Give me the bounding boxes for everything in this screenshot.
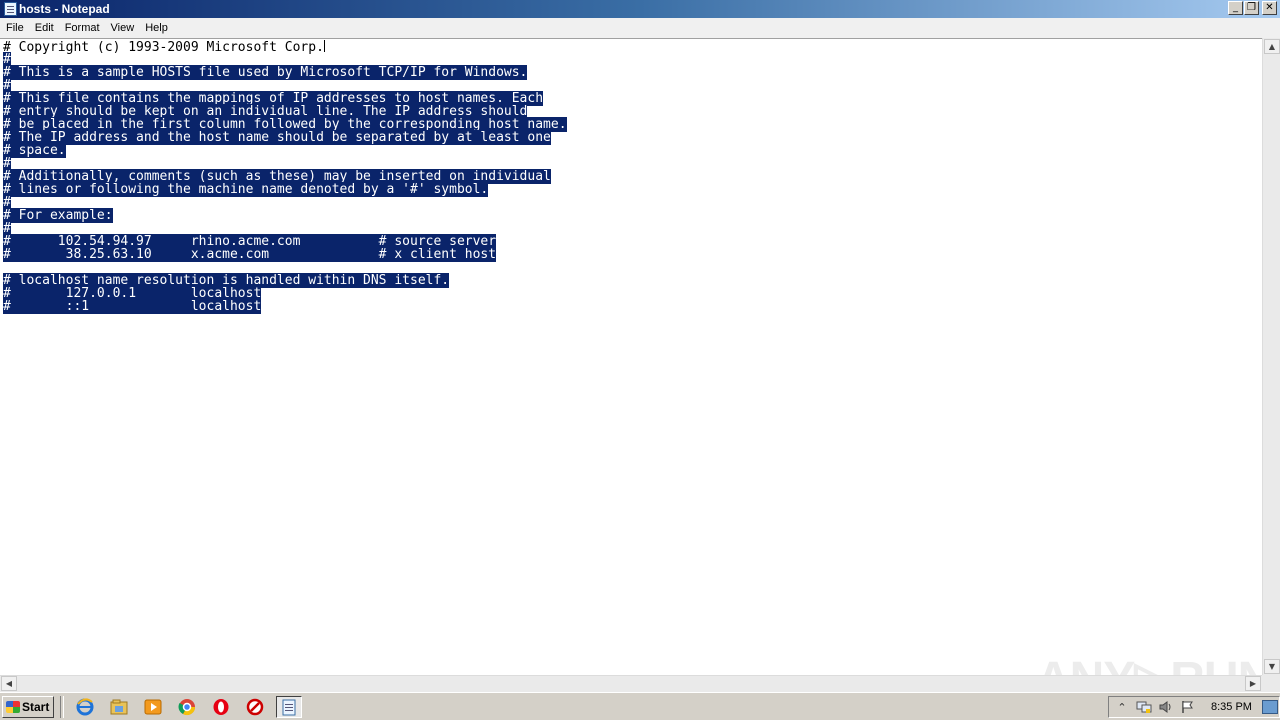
title-bar[interactable]: hosts - Notepad _ ❐ ✕: [0, 0, 1280, 18]
system-tray: ⌃ 8:35 PM: [1108, 696, 1280, 718]
editor-line[interactable]: # ::1 localhost: [3, 299, 567, 314]
network-icon[interactable]: [1135, 699, 1153, 715]
windows-logo-icon: [6, 700, 20, 713]
ie-icon[interactable]: [72, 696, 98, 718]
scroll-up-button[interactable]: ▲: [1264, 39, 1280, 54]
menu-edit[interactable]: Edit: [30, 22, 59, 34]
restore-button[interactable]: ❐: [1244, 1, 1259, 15]
vertical-scrollbar[interactable]: ▲ ▼: [1262, 38, 1280, 675]
start-label: Start: [22, 699, 50, 714]
text-caret: [323, 40, 325, 52]
scrollbar-corner: [1262, 675, 1280, 692]
editor-line[interactable]: # For example:: [3, 208, 567, 223]
volume-icon[interactable]: [1157, 699, 1175, 715]
editor-line[interactable]: # space.: [3, 143, 567, 158]
clock[interactable]: 8:35 PM: [1211, 701, 1252, 713]
window-controls: _ ❐ ✕: [1227, 1, 1277, 15]
opera-icon[interactable]: [208, 696, 234, 718]
menu-file[interactable]: File: [1, 22, 29, 34]
notepad-icon: [282, 699, 296, 715]
text-editor[interactable]: # Copyright (c) 1993-2009 Microsoft Corp…: [0, 38, 1262, 675]
editor-line[interactable]: # lines or following the machine name de…: [3, 182, 567, 197]
action-center-flag-icon[interactable]: [1179, 699, 1197, 715]
menu-format[interactable]: Format: [60, 22, 105, 34]
scroll-right-button[interactable]: ▶: [1245, 676, 1261, 691]
editor-line[interactable]: # 38.25.63.10 x.acme.com # x client host: [3, 247, 567, 262]
notepad-icon: [4, 2, 17, 16]
menu-bar: File Edit Format View Help: [0, 18, 1280, 38]
scroll-down-button[interactable]: ▼: [1264, 659, 1280, 674]
start-button[interactable]: Start: [2, 695, 54, 718]
menu-view[interactable]: View: [106, 22, 140, 34]
anyrun-watermark: ANY▷RUN: [1036, 651, 1262, 675]
taskbar: Start ⌃ 8:35 PM: [0, 692, 1280, 720]
show-desktop-button[interactable]: [1261, 700, 1278, 714]
scroll-left-button[interactable]: ◀: [1, 676, 17, 691]
editor-line[interactable]: # Copyright (c) 1993-2009 Microsoft Corp…: [3, 40, 567, 54]
editor-line[interactable]: # The IP address and the host name shoul…: [3, 130, 567, 145]
notepad-taskbar-button[interactable]: [276, 695, 302, 718]
window-title: hosts - Notepad: [19, 2, 110, 16]
chrome-icon[interactable]: [174, 696, 200, 718]
menu-help[interactable]: Help: [140, 22, 173, 34]
media-player-icon[interactable]: [140, 696, 166, 718]
show-hidden-icons-icon[interactable]: ⌃: [1113, 699, 1131, 715]
horizontal-scrollbar[interactable]: ◀ ▶: [0, 675, 1262, 692]
minimize-button[interactable]: _: [1228, 1, 1243, 15]
editor-line[interactable]: # This is a sample HOSTS file used by Mi…: [3, 65, 567, 80]
close-button[interactable]: ✕: [1262, 1, 1277, 15]
taskbar-separator: [60, 695, 64, 718]
security-icon[interactable]: [242, 696, 268, 718]
editor-lines[interactable]: # Copyright (c) 1993-2009 Microsoft Corp…: [3, 40, 567, 314]
explorer-icon[interactable]: [106, 696, 132, 718]
